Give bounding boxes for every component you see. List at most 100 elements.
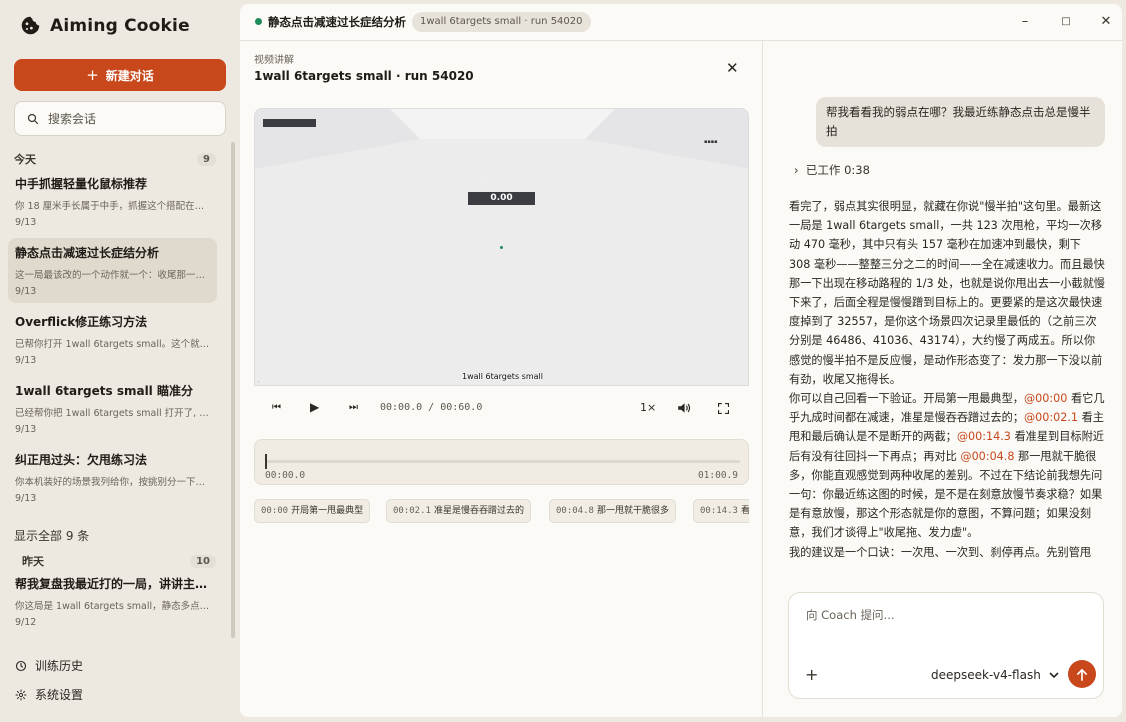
cookie-logo-icon <box>21 16 40 35</box>
group-count-badge: 10 <box>190 554 216 568</box>
conversation-preview: 已经帮你把 1wall 6targets small 打开了, Ko… <box>15 408 210 419</box>
answer-text: 你可以自己回看一下验证。开局第一甩最典型， <box>789 392 1024 406</box>
user-message: 帮我看看我的弱点在哪？我最近练静态点击总是慢半拍 <box>816 97 1105 147</box>
conversation-item[interactable]: 1wall 6targets small 瞄准分 已经帮你把 1wall 6ta… <box>8 376 217 441</box>
conversation-date: 9/13 <box>15 493 37 504</box>
fullscreen-icon[interactable] <box>718 403 729 414</box>
conversation-title: 帮我复盘我最近打的一局，讲讲主要… <box>15 577 210 591</box>
timeline-end-time: 01:00.9 <box>697 470 738 481</box>
answer-paragraph: 我的建议是一个口诀：一次甩、一次到、刹停再点。先别管甩 <box>789 545 1092 559</box>
skip-back-icon[interactable]: ⏮ <box>272 402 281 413</box>
conversation-item[interactable]: 纠正甩过头：欠甩练习法 你本机装好的场景我列给你，按挑别分一下一… 9/13 <box>8 445 217 510</box>
score-label: · <box>483 180 485 187</box>
conversation-item[interactable]: Overflick修正练习方法 已帮你打开 1wall 6targets sma… <box>8 307 217 372</box>
search-icon <box>27 113 39 124</box>
timestamp-chip[interactable]: 00:00 开局第一甩最典型 <box>254 499 371 523</box>
maximize-icon[interactable]: □ <box>1058 16 1074 27</box>
timestamp-link[interactable]: @00:04.8 <box>960 450 1014 463</box>
timestamp-link[interactable]: @00:02.1 <box>1024 411 1078 424</box>
minimize-icon[interactable]: – <box>1017 14 1033 29</box>
message-input[interactable] <box>806 607 1086 637</box>
timeline[interactable]: 00:00.0 01:00.9 <box>254 439 749 485</box>
close-window-icon[interactable]: ✕ <box>1098 14 1114 29</box>
chip-text: 准星是慢吞吞蹭过去的 <box>433 506 524 516</box>
run-badge[interactable]: 1wall 6targets small · run 54020 <box>412 12 591 32</box>
video-player[interactable]: · ▪▪▪▪ · 0.00 1wall 6targets small · <box>254 108 749 386</box>
skip-forward-icon[interactable]: ⏭ <box>349 402 358 413</box>
close-video-icon[interactable]: ✕ <box>726 59 739 77</box>
answer-paragraph: 看完了，弱点其实很明显，就藏在你说"慢半拍"这句里。最新这一局是 1wall 6… <box>789 200 1105 386</box>
playback-speed[interactable]: 1× <box>640 401 656 414</box>
new-chat-button[interactable]: + 新建对话 <box>14 59 226 91</box>
group-header-today: 今天 9 <box>14 151 216 167</box>
model-name: deepseek-v4-flash <box>931 668 1041 682</box>
system-settings-link[interactable]: 系统设置 <box>15 686 83 703</box>
chip-time: 00:14.3 <box>700 506 738 516</box>
timestamp-link[interactable]: @00:00 <box>1024 392 1067 405</box>
crosshair-icon <box>500 246 503 249</box>
model-selector[interactable]: deepseek-v4-flash <box>931 668 1059 682</box>
conversation-title-header: 静态点击减速过长症结分析 <box>268 15 406 29</box>
search-box[interactable] <box>14 101 226 136</box>
conversation-item[interactable]: 帮我复盘我最近打的一局，讲讲主要… 你这局是 1wall 6targets sm… <box>8 569 217 634</box>
training-history-link[interactable]: 训练历史 <box>15 657 83 674</box>
volume-icon[interactable] <box>677 402 691 414</box>
chip-text: 那一甩就干脆很多 <box>596 506 669 516</box>
group-header-yesterday: 昨天 10 <box>14 553 216 569</box>
conversation-item[interactable]: 中手抓握轻量化鼠标推荐 你 18 厘米手长属于中手，抓握这个搭配在鼠… 9/13 <box>8 169 217 234</box>
answer-paragraph: 你可以自己回看一下验证。开局第一甩最典型，@00:00 看它几乎九成时间都在减速… <box>789 389 1105 543</box>
conversation-title: Overflick修正练习方法 <box>15 315 148 329</box>
game-score: 0.00 <box>468 192 535 205</box>
corner-mark: · <box>258 379 260 385</box>
conversation-date: 9/13 <box>15 217 37 228</box>
group-title: 今天 <box>14 153 36 166</box>
send-button[interactable] <box>1068 660 1096 688</box>
sidebar-scrollbar[interactable] <box>231 142 235 638</box>
search-input[interactable] <box>48 111 208 126</box>
new-chat-label: 新建对话 <box>105 68 154 83</box>
status-dot <box>255 18 262 25</box>
game-hud-right: ▪▪▪▪ <box>704 139 718 145</box>
worked-label: 已工作 0:38 <box>805 163 870 177</box>
conversation-item-active[interactable]: 静态点击减速过长症结分析 这一局最该改的一个动作就一个：收尾那一下… 9/13 <box>8 238 217 303</box>
conversation-preview: 你本机装好的场景我列给你，按挑别分一下一… <box>15 477 210 488</box>
timestamp-chip[interactable]: 00:14.3看准 <box>693 499 749 523</box>
timestamp-chip[interactable]: 00:04.8 那一甩就干脆很多 <box>549 499 676 523</box>
main-panel: 静态点击减速过长症结分析 1wall 6targets small · run … <box>240 4 1122 717</box>
video-caption: 1wall 6targets small <box>462 372 543 381</box>
gear-icon <box>15 689 27 700</box>
chip-time: 00:02.1 <box>393 506 431 516</box>
chevron-right-icon: › <box>794 163 799 177</box>
timestamp-chip[interactable]: 00:02.1 准星是慢吞吞蹭过去的 <box>386 499 531 523</box>
arrow-up-icon <box>1076 668 1088 681</box>
video-section-label: 视频讲解 <box>254 55 294 66</box>
player-controls: ⏮ ▶ ⏭ 00:00.0 / 00:60.0 1× <box>254 393 749 423</box>
chip-time: 00:00 <box>261 506 289 516</box>
conversation-preview: 你 18 厘米手长属于中手，抓握这个搭配在鼠… <box>15 201 210 212</box>
app-name: Aiming Cookie <box>50 15 190 36</box>
conversation-date: 9/13 <box>15 355 37 366</box>
brand: Aiming Cookie <box>20 15 190 36</box>
timeline-playhead[interactable] <box>265 454 267 469</box>
chat-pane: 帮我看看我的弱点在哪？我最近练静态点击总是慢半拍 › 已工作 0:38 看完了，… <box>764 41 1122 717</box>
play-icon[interactable]: ▶ <box>310 400 319 414</box>
attach-plus-icon[interactable]: + <box>805 665 818 684</box>
group-title: 昨天 <box>22 555 44 568</box>
title-bar: 静态点击减速过长症结分析 1wall 6targets small · run … <box>240 4 1122 41</box>
game-hud: · <box>263 119 316 132</box>
plus-icon: + <box>86 65 99 84</box>
conversation-date: 9/13 <box>15 286 37 297</box>
show-all-link[interactable]: 显示全部 9 条 <box>14 527 89 544</box>
conversation-title: 静态点击减速过长症结分析 <box>15 246 160 260</box>
assistant-message: 看完了，弱点其实很明显，就藏在你说"慢半拍"这句里。最新这一局是 1wall 6… <box>789 197 1105 575</box>
worked-toggle[interactable]: › 已工作 0:38 <box>794 162 870 178</box>
conversation-title: 纠正甩过头：欠甩练习法 <box>15 453 148 467</box>
timeline-track[interactable] <box>265 460 740 463</box>
timestamp-link[interactable]: @00:14.3 <box>957 430 1011 443</box>
group-count-badge: 9 <box>197 152 216 166</box>
video-title: 1wall 6targets small · run 54020 <box>254 69 474 83</box>
chevron-down-icon <box>1049 671 1059 678</box>
conversation-preview: 这一局最该改的一个动作就一个：收尾那一下… <box>15 270 210 281</box>
playback-time: 00:00.0 / 00:60.0 <box>380 402 483 413</box>
chip-time: 00:04.8 <box>556 506 594 516</box>
